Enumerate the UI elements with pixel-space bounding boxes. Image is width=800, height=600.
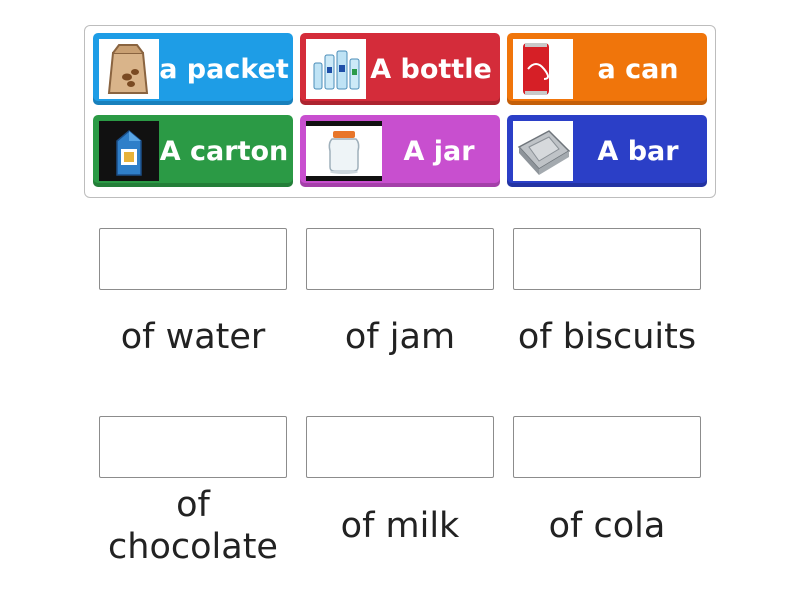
water-bottles-icon bbox=[306, 39, 366, 99]
phrase-label: of jam bbox=[344, 317, 456, 357]
tile-a-carton[interactable]: A carton bbox=[93, 115, 293, 187]
tile-label: A carton bbox=[159, 135, 289, 167]
tile-label: A bottle bbox=[370, 53, 492, 85]
drop-slot-cola[interactable] bbox=[513, 416, 701, 478]
tile-label: A bar bbox=[597, 135, 679, 167]
drop-slot-biscuits[interactable] bbox=[513, 228, 701, 290]
tile-a-packet[interactable]: a packet bbox=[93, 33, 293, 105]
cola-can-icon bbox=[513, 39, 573, 99]
packet-bag-icon bbox=[99, 39, 159, 99]
phrase-label: of biscuits bbox=[517, 317, 697, 357]
milk-carton-icon bbox=[99, 121, 159, 181]
phrase-label: of cola bbox=[548, 506, 666, 546]
drop-slot-water[interactable] bbox=[99, 228, 287, 290]
drop-slot-milk[interactable] bbox=[306, 416, 494, 478]
silver-bar-icon bbox=[513, 121, 573, 181]
tile-label: a can bbox=[597, 53, 679, 85]
phrase-label: of milk bbox=[340, 506, 460, 546]
glass-jar-icon bbox=[306, 121, 382, 181]
tile-a-bottle[interactable]: A bottle bbox=[300, 33, 500, 105]
tile-label: A jar bbox=[403, 135, 475, 167]
tile-label: a packet bbox=[159, 53, 289, 85]
phrase-label: of water bbox=[120, 317, 266, 357]
tile-a-can[interactable]: a can bbox=[507, 33, 707, 105]
drop-slot-chocolate[interactable] bbox=[99, 416, 287, 478]
tile-a-bar[interactable]: A bar bbox=[507, 115, 707, 187]
phrase-label: of chocolate bbox=[108, 485, 278, 567]
tile-a-jar[interactable]: A jar bbox=[300, 115, 500, 187]
drop-slot-jam[interactable] bbox=[306, 228, 494, 290]
